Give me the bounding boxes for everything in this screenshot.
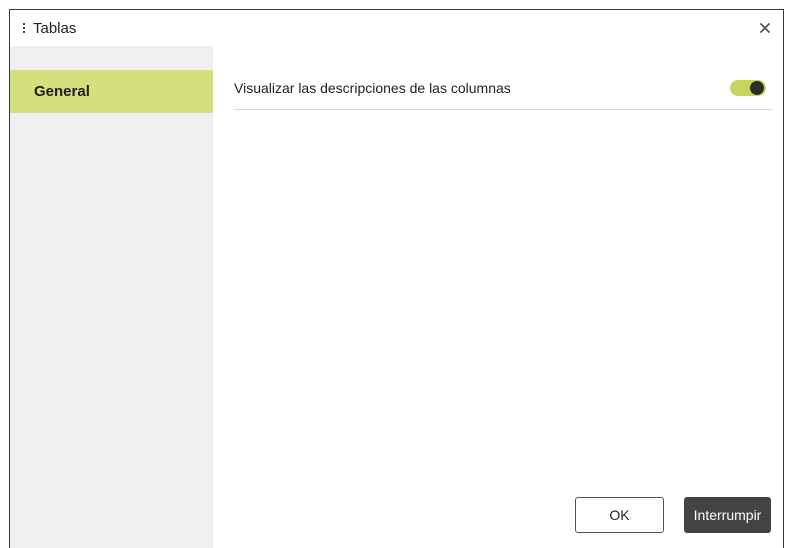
ok-button[interactable]: OK [575,497,664,533]
sidebar: General [10,46,213,548]
toggle-knob [750,80,764,95]
close-button[interactable] [755,18,775,38]
column-descriptions-toggle[interactable] [730,79,766,96]
ellipsis-dot [23,27,25,29]
settings-panel: Visualizar las descripciones de las colu… [213,46,783,548]
dialog-titlebar[interactable]: Tablas [10,10,783,46]
setting-label: Visualizar las descripciones de las colu… [234,79,511,96]
cancel-button[interactable]: Interrumpir [684,497,771,533]
sidebar-item-general[interactable]: General [10,70,213,113]
settings-dialog: Tablas General Visualizar las descripcio… [9,9,784,548]
dialog-title: Tablas [33,19,77,37]
ellipsis-dot [23,31,25,33]
setting-row-column-descriptions: Visualizar las descripciones de las colu… [234,74,772,110]
dialog-footer: OK Interrumpir [575,497,771,533]
sidebar-item-label: General [34,83,90,100]
ellipsis-dot [23,23,25,25]
dialog-body: General Visualizar las descripciones de … [10,46,783,548]
close-icon [760,23,770,33]
vertical-ellipsis-icon[interactable] [19,23,29,33]
